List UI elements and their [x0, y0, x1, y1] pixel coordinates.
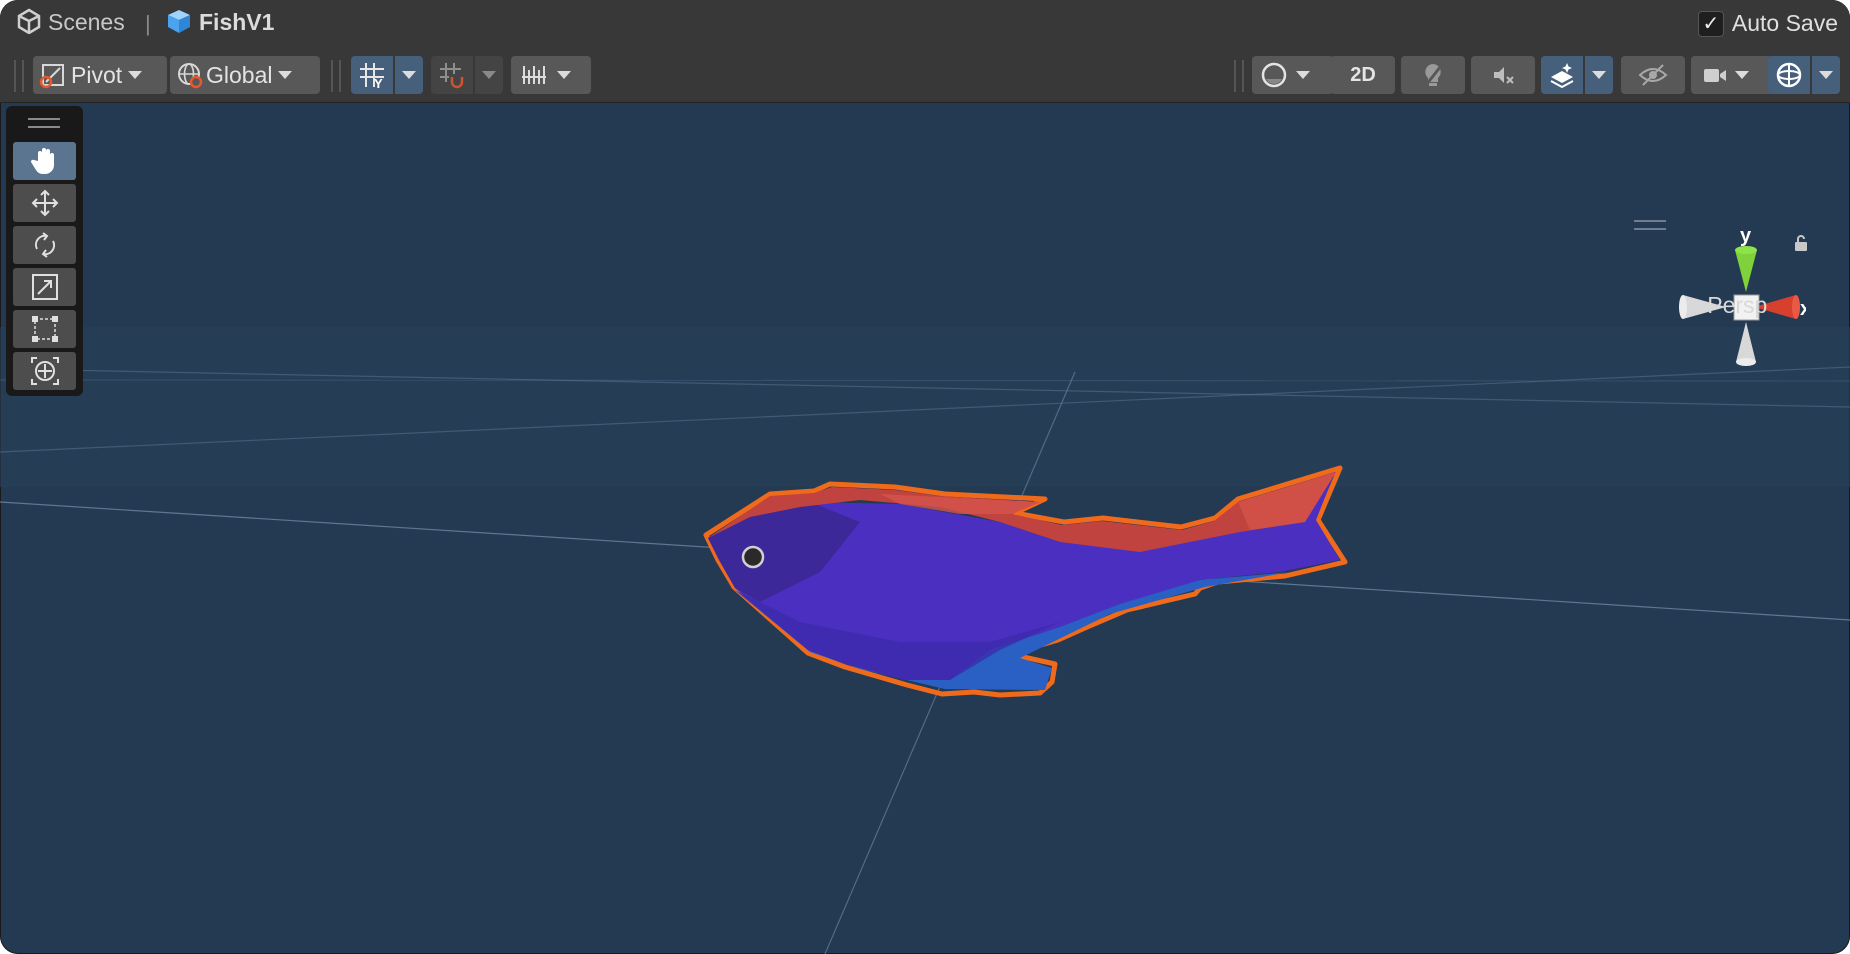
audio-toggle-button[interactable]: [1471, 56, 1535, 94]
unity-logo-icon: [17, 8, 41, 34]
2d-label: 2D: [1350, 63, 1376, 86]
pivot-label: Pivot: [71, 61, 123, 88]
move-arrows-icon: [31, 189, 58, 217]
scale-tool-button[interactable]: [13, 268, 76, 306]
hand-tool-button[interactable]: [13, 142, 76, 180]
scene-name[interactable]: FishV1: [199, 9, 274, 36]
pivot-dropdown[interactable]: Pivot: [33, 56, 167, 94]
rotate-icon: [34, 232, 55, 258]
scenes-tab-label[interactable]: Scenes: [48, 9, 125, 36]
chevron-down-icon: [402, 71, 416, 79]
scene-toolbar: Pivot Global Y 2D: [0, 50, 1850, 103]
scene-canvas[interactable]: [0, 102, 1850, 954]
title-separator: |: [145, 11, 151, 36]
move-tool-button[interactable]: [13, 184, 76, 222]
gizmo-sphere-icon: [1776, 62, 1802, 88]
transform-tool-button[interactable]: [13, 352, 76, 390]
chevron-down-icon: [1819, 71, 1833, 79]
2d-toggle-button[interactable]: 2D: [1331, 56, 1395, 94]
chevron-down-icon: [557, 71, 571, 79]
lightbulb-off-icon: [1424, 64, 1443, 86]
speaker-muted-icon: [1494, 67, 1514, 84]
scale-icon: [31, 274, 58, 300]
fish-model[interactable]: [703, 465, 1348, 698]
y-axis-label: y: [1740, 225, 1752, 247]
neg-y-axis-cone[interactable]: [1736, 322, 1756, 362]
hand-icon: [30, 148, 54, 175]
y-axis-cone[interactable]: [1735, 250, 1757, 292]
rect-tool-button[interactable]: [13, 310, 76, 348]
shaded-sphere-icon: [1261, 62, 1287, 88]
snap-settings-dropdown[interactable]: [511, 56, 591, 94]
global-dropdown[interactable]: Global: [170, 56, 320, 94]
globe-icon: [178, 63, 203, 89]
chevron-down-icon: [482, 71, 496, 79]
increment-snap-dropdown[interactable]: [475, 56, 503, 94]
eye-hidden-icon: [1638, 64, 1668, 86]
chevron-down-icon: [128, 71, 143, 79]
rotate-tool-button[interactable]: [13, 226, 76, 264]
fish-eye: [741, 545, 765, 569]
chevron-down-icon: [278, 71, 293, 79]
chevron-down-icon: [1296, 71, 1310, 79]
svg-text:Y: Y: [374, 76, 383, 90]
ruler-icon: [522, 66, 546, 84]
grid-snapping-dropdown[interactable]: [395, 56, 423, 94]
scene-window: Scenes | FishV1 ✓ Auto Save Pivot Global…: [0, 0, 1850, 954]
prefab-cube-icon: [168, 10, 190, 33]
lighting-toggle-button[interactable]: [1401, 56, 1465, 94]
increment-snap-button[interactable]: [431, 56, 473, 94]
global-label: Global: [206, 61, 273, 88]
layers-sparkle-icon: [1550, 63, 1574, 89]
chevron-down-icon: [1592, 71, 1606, 79]
tools-overlay: [6, 106, 83, 396]
auto-save-toggle[interactable]: ✓ Auto Save: [1697, 10, 1838, 37]
scene-visibility-button[interactable]: [1621, 56, 1685, 94]
effects-dropdown[interactable]: [1585, 56, 1613, 94]
auto-save-label: Auto Save: [1731, 10, 1838, 36]
grid-snap-icon: Y: [360, 63, 384, 90]
toolbar-grip[interactable]: [331, 60, 341, 92]
toolbar-grip-left[interactable]: [14, 60, 24, 92]
projection-toggle[interactable]: < Persp: [1688, 292, 1767, 319]
pivot-icon: [39, 64, 64, 89]
projection-label: Persp: [1707, 292, 1768, 318]
title-bar: Scenes | FishV1 ✓ Auto Save: [0, 0, 1850, 50]
gizmos-toggle-button[interactable]: [1768, 56, 1810, 94]
horizon-band: [0, 327, 1850, 487]
scene-viewport[interactable]: y x < Persp: [0, 102, 1850, 954]
magnet-grid-icon: [440, 63, 464, 89]
x-axis-label: x: [1800, 298, 1806, 320]
effects-toggle-button[interactable]: [1541, 56, 1583, 94]
camera-settings-dropdown[interactable]: [1691, 56, 1773, 94]
rect-transform-icon: [31, 316, 58, 342]
toolbar-grip-right[interactable]: [1234, 60, 1244, 92]
draw-mode-dropdown[interactable]: [1252, 56, 1334, 94]
gizmos-dropdown[interactable]: [1812, 56, 1840, 94]
overlay-grip[interactable]: [1634, 220, 1666, 230]
chevron-left-icon: <: [1688, 293, 1701, 318]
grid-snapping-button[interactable]: Y: [351, 56, 393, 94]
chevron-down-icon: [1735, 71, 1749, 79]
video-camera-icon: [1704, 69, 1726, 82]
tools-overlay-grip[interactable]: [28, 118, 60, 128]
transform-icon: [30, 357, 59, 385]
auto-save-checkbox[interactable]: ✓: [1697, 10, 1724, 37]
